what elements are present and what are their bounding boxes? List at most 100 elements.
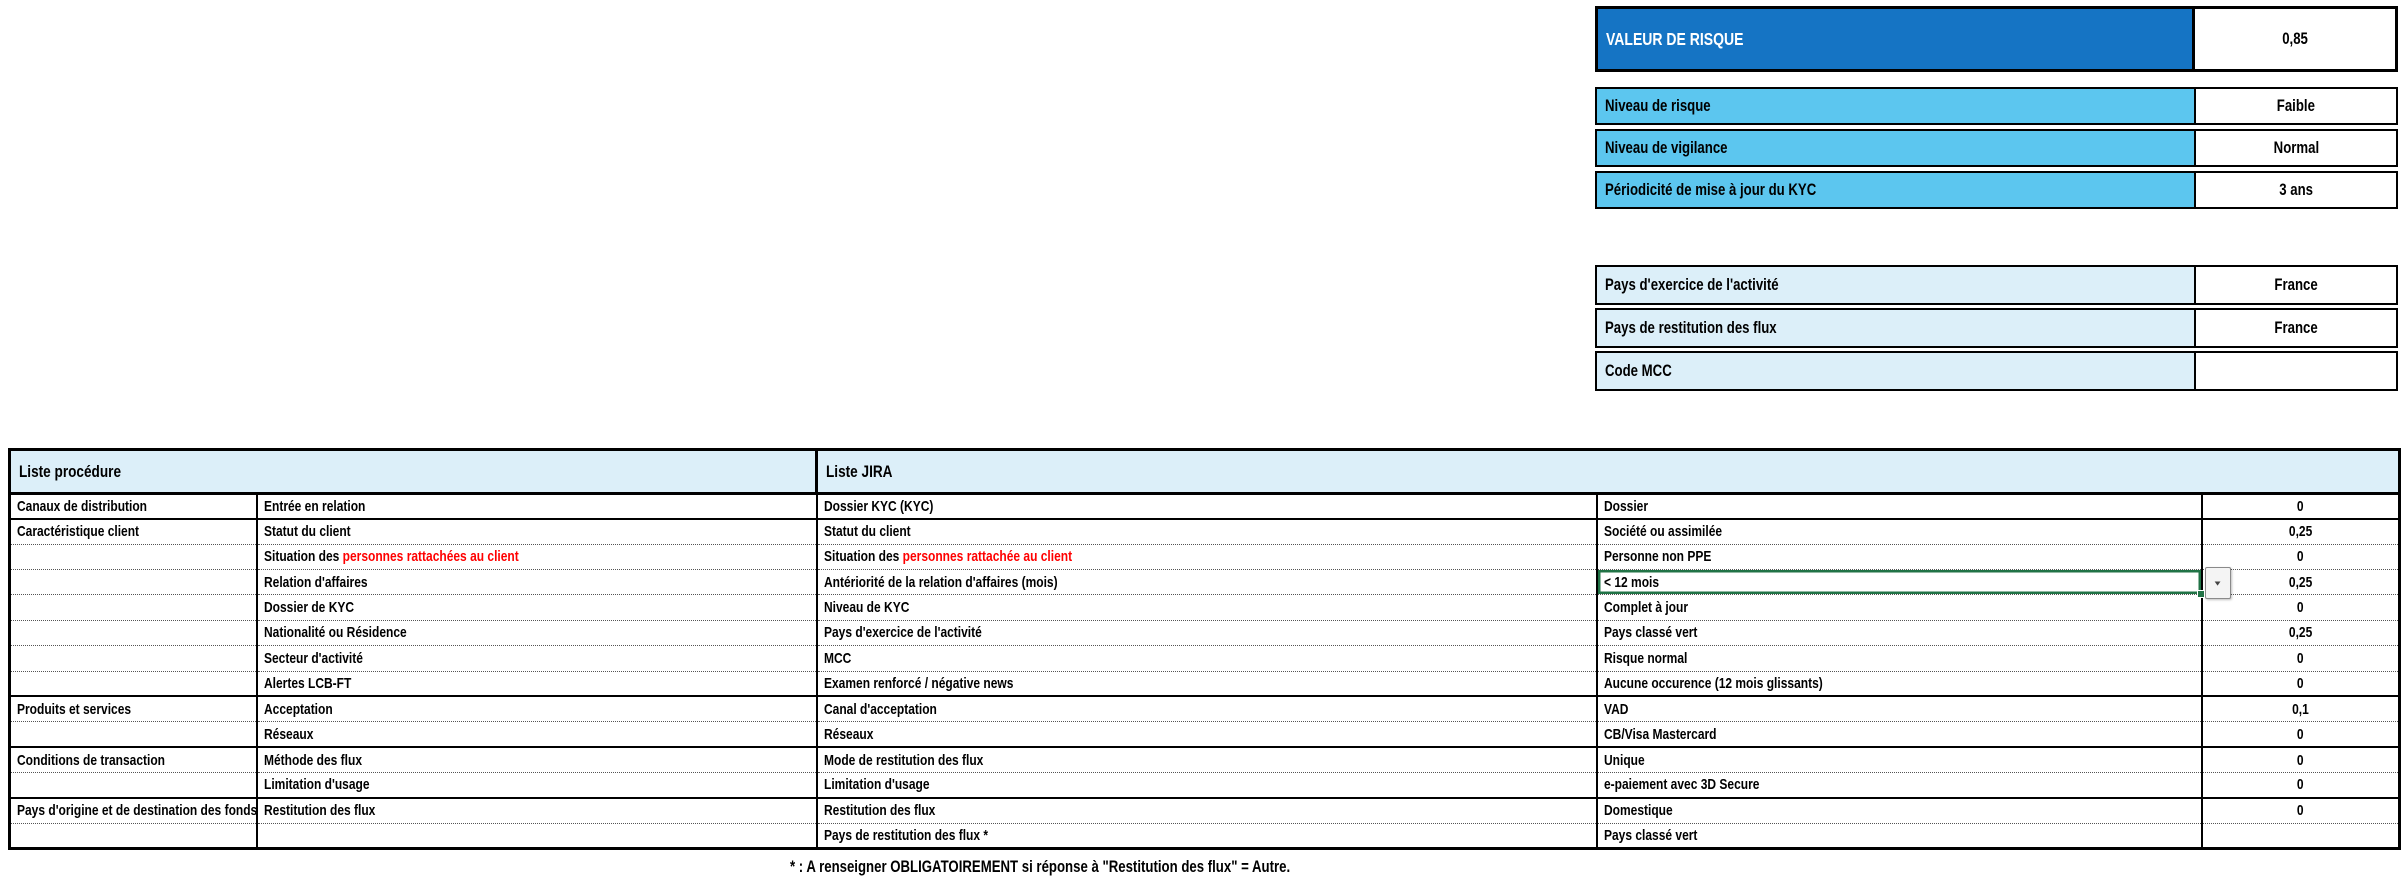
text-segment: 0: [2297, 776, 2304, 793]
score-cell[interactable]: [2202, 823, 2400, 848]
procedure-cell[interactable]: [257, 823, 817, 848]
jira-cell[interactable]: Examen renforcé / négative news: [817, 671, 1597, 696]
jira-cell[interactable]: Situation des personnes rattachée au cli…: [817, 544, 1597, 569]
jira-cell[interactable]: Restitution des flux: [817, 798, 1597, 823]
answer-cell[interactable]: Aucune occurence (12 mois glissants): [1597, 671, 2202, 696]
score-cell[interactable]: 0: [2202, 671, 2400, 696]
text-segment: Dossier: [1604, 498, 1648, 515]
score-cell[interactable]: 0,1: [2202, 696, 2400, 721]
cell-text: 0: [2297, 752, 2304, 769]
cell-text: 3 ans: [2279, 181, 2313, 200]
activity-country-cell[interactable]: France: [2196, 267, 2396, 303]
answer-cell[interactable]: Société ou assimilée: [1597, 519, 2202, 544]
procedure-cell[interactable]: Alertes LCB-FT: [257, 671, 817, 696]
procedure-cell[interactable]: Méthode des flux: [257, 747, 817, 772]
category-cell[interactable]: Canaux de distribution: [10, 494, 257, 519]
score-cell[interactable]: 0: [2202, 798, 2400, 823]
answer-cell[interactable]: Pays classé vert: [1597, 823, 2202, 848]
flux-country-cell[interactable]: France: [2196, 310, 2396, 346]
text-segment: Entrée en relation: [264, 498, 365, 515]
answer-cell[interactable]: Complet à jour: [1597, 595, 2202, 620]
score-cell[interactable]: 0: [2202, 772, 2400, 797]
jira-cell[interactable]: Statut du client: [817, 519, 1597, 544]
risk-level-row: Niveau de risque Faible: [1595, 87, 2398, 125]
score-cell[interactable]: 0,25: [2202, 620, 2400, 645]
category-cell[interactable]: [10, 823, 257, 848]
category-cell[interactable]: Caractéristique client: [10, 519, 257, 544]
fill-handle[interactable]: [2197, 590, 2205, 598]
mcc-code-cell[interactable]: [2196, 353, 2396, 389]
jira-cell[interactable]: Pays d'exercice de l'activité: [817, 620, 1597, 645]
category-cell[interactable]: [10, 620, 257, 645]
category-cell[interactable]: [10, 595, 257, 620]
text-segment: Examen renforcé / négative news: [824, 675, 1013, 692]
kyc-update-cell[interactable]: 3 ans: [2196, 173, 2396, 207]
procedure-cell[interactable]: Acceptation: [257, 696, 817, 721]
cell-text: VALEUR DE RISQUE: [1606, 29, 1743, 50]
score-cell[interactable]: 0: [2202, 646, 2400, 671]
cell-text: < 12 mois: [1604, 574, 1659, 591]
score-cell[interactable]: 0: [2202, 747, 2400, 772]
category-cell[interactable]: Produits et services: [10, 696, 257, 721]
text-segment: Produits et services: [17, 701, 131, 718]
jira-cell[interactable]: MCC: [817, 646, 1597, 671]
vigilance-level-cell[interactable]: Normal: [2196, 131, 2396, 165]
category-cell[interactable]: Conditions de transaction: [10, 747, 257, 772]
answer-cell[interactable]: Risque normal: [1597, 646, 2202, 671]
text-segment: Situation des: [264, 548, 343, 565]
dropdown-button[interactable]: ▼: [2205, 567, 2231, 599]
cell-text: 0,25: [2289, 523, 2312, 540]
risk-level-label: Niveau de risque: [1597, 89, 2196, 123]
procedure-cell[interactable]: Statut du client: [257, 519, 817, 544]
category-cell[interactable]: [10, 671, 257, 696]
risk-level-cell[interactable]: Faible: [2196, 89, 2396, 123]
answer-cell[interactable]: Unique: [1597, 747, 2202, 772]
mcc-code-row: Code MCC: [1595, 351, 2398, 391]
text-segment: e-paiement avec 3D Secure: [1604, 776, 1759, 793]
answer-cell[interactable]: Domestique: [1597, 798, 2202, 823]
score-cell[interactable]: 0,25: [2202, 570, 2400, 595]
cell-text: Caractéristique client: [17, 523, 139, 540]
cell-text: Examen renforcé / négative news: [824, 675, 1013, 692]
answer-cell[interactable]: CB/Visa Mastercard: [1597, 722, 2202, 747]
jira-cell[interactable]: Mode de restitution des flux: [817, 747, 1597, 772]
answer-cell[interactable]: VAD: [1597, 696, 2202, 721]
jira-cell[interactable]: Pays de restitution des flux *: [817, 823, 1597, 848]
procedure-cell[interactable]: Secteur d'activité: [257, 646, 817, 671]
table-row: RéseauxRéseauxCB/Visa Mastercard0: [10, 722, 2400, 747]
procedure-cell[interactable]: Situation des personnes rattachées au cl…: [257, 544, 817, 569]
procedure-cell[interactable]: Restitution des flux: [257, 798, 817, 823]
risk-value-cell[interactable]: 0,85: [2195, 9, 2395, 69]
procedure-cell[interactable]: Relation d'affaires: [257, 570, 817, 595]
score-cell[interactable]: 0: [2202, 544, 2400, 569]
score-cell[interactable]: 0: [2202, 595, 2400, 620]
answer-cell[interactable]: < 12 mois▼: [1597, 570, 2202, 595]
category-cell[interactable]: [10, 722, 257, 747]
jira-cell[interactable]: Antériorité de la relation d'affaires (m…: [817, 570, 1597, 595]
score-cell[interactable]: 0: [2202, 722, 2400, 747]
jira-cell[interactable]: Niveau de KYC: [817, 595, 1597, 620]
category-cell[interactable]: [10, 544, 257, 569]
procedure-cell[interactable]: Réseaux: [257, 722, 817, 747]
risk-levels-panel: Niveau de risque Faible Niveau de vigila…: [1595, 87, 2398, 213]
answer-cell[interactable]: Personne non PPE: [1597, 544, 2202, 569]
answer-cell[interactable]: Pays classé vert: [1597, 620, 2202, 645]
procedure-cell[interactable]: Limitation d'usage: [257, 772, 817, 797]
score-cell[interactable]: 0,25: [2202, 519, 2400, 544]
procedure-cell[interactable]: Dossier de KYC: [257, 595, 817, 620]
procedure-cell[interactable]: Entrée en relation: [257, 494, 817, 519]
score-cell[interactable]: 0: [2202, 494, 2400, 519]
category-cell[interactable]: [10, 570, 257, 595]
jira-cell[interactable]: Dossier KYC (KYC): [817, 494, 1597, 519]
category-cell[interactable]: Pays d'origine et de destination des fon…: [10, 798, 257, 823]
category-cell[interactable]: [10, 646, 257, 671]
text-segment: Pays de restitution des flux *: [824, 827, 988, 844]
jira-cell[interactable]: Limitation d'usage: [817, 772, 1597, 797]
answer-cell[interactable]: e-paiement avec 3D Secure: [1597, 772, 2202, 797]
answer-cell[interactable]: Dossier: [1597, 494, 2202, 519]
category-cell[interactable]: [10, 772, 257, 797]
jira-cell[interactable]: Canal d'acceptation: [817, 696, 1597, 721]
cell-text: 0: [2297, 802, 2304, 819]
procedure-cell[interactable]: Nationalité ou Résidence: [257, 620, 817, 645]
jira-cell[interactable]: Réseaux: [817, 722, 1597, 747]
